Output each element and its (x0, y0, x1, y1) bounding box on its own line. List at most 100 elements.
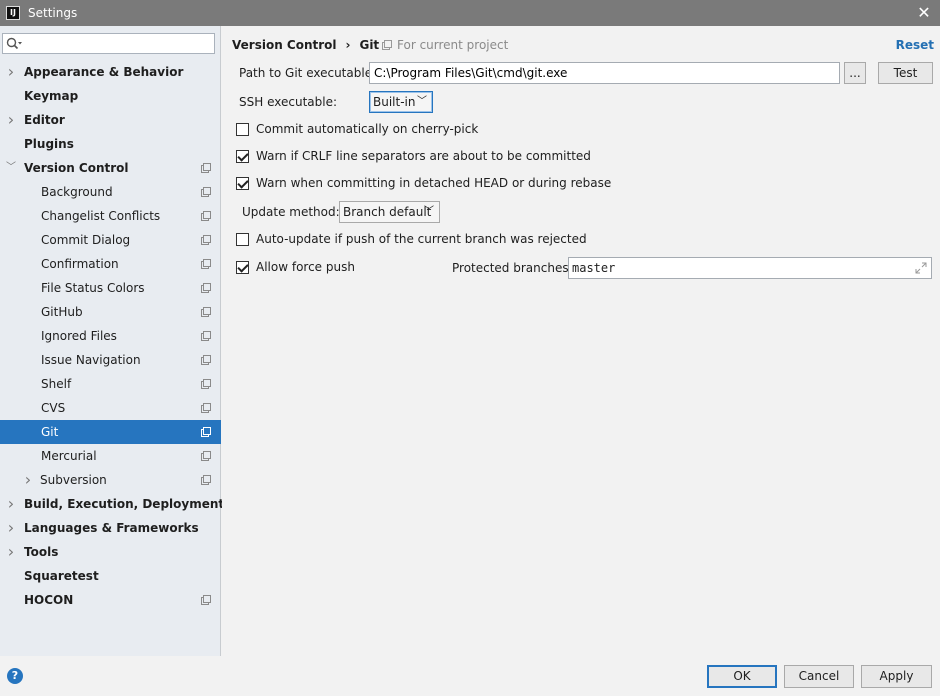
ssh-executable-value: Built-in (373, 95, 416, 109)
sidebar-item-changelist-conflicts[interactable]: Changelist Conflicts (0, 204, 221, 228)
project-scope-icon (201, 427, 211, 437)
sidebar-item-git[interactable]: Git (0, 420, 221, 444)
sidebar-item-tools[interactable]: › Tools (0, 540, 221, 564)
sidebar-item-confirmation[interactable]: Confirmation (0, 252, 221, 276)
chevron-right-icon[interactable]: › (22, 468, 34, 492)
checkbox-box[interactable] (236, 122, 249, 136)
update-method-label: Update method: (242, 205, 340, 219)
breadcrumb-separator: › (345, 38, 351, 52)
project-scope-icon (201, 475, 211, 485)
sidebar-item-languages-frameworks[interactable]: › Languages & Frameworks (0, 516, 221, 540)
sidebar-item-label: Background (41, 185, 113, 199)
title-bar: IJ Settings ✕ (0, 0, 940, 26)
ok-button[interactable]: OK (707, 665, 777, 688)
project-scope-icon (201, 235, 211, 245)
sidebar-item-label: Squaretest (24, 569, 99, 583)
sidebar-item-label: Version Control (24, 161, 129, 175)
project-scope-icon (201, 379, 211, 389)
project-scope-icon (201, 403, 211, 413)
sidebar-item-cvs[interactable]: CVS (0, 396, 221, 420)
sidebar-item-build-execution-deployment[interactable]: › Build, Execution, Deployment (0, 492, 224, 516)
update-method-value: Branch default (343, 205, 432, 219)
sidebar-item-background[interactable]: Background (0, 180, 221, 204)
reset-link[interactable]: Reset (896, 36, 934, 54)
project-scope-icon (201, 307, 211, 317)
project-scope-icon (201, 187, 211, 197)
protected-branches-input[interactable]: master (568, 257, 932, 279)
expand-icon[interactable] (914, 261, 928, 275)
sidebar-item-ignored-files[interactable]: Ignored Files (0, 324, 221, 348)
sidebar-item-subversion[interactable]: › Subversion (0, 468, 221, 492)
sidebar-item-keymap[interactable]: Keymap (0, 84, 221, 108)
sidebar-item-plugins[interactable]: Plugins (0, 132, 221, 156)
browse-button[interactable]: ... (844, 62, 866, 84)
ssh-executable-label: SSH executable: (239, 95, 337, 109)
warn-crlf-checkbox[interactable]: Warn if CRLF line separators are about t… (236, 147, 591, 165)
auto-update-push-rejected-checkbox[interactable]: Auto-update if push of the current branc… (236, 230, 587, 248)
chevron-right-icon[interactable]: › (5, 540, 17, 564)
sidebar-item-label: Issue Navigation (41, 353, 141, 367)
chevron-right-icon[interactable]: › (5, 108, 17, 132)
cancel-button[interactable]: Cancel (784, 665, 854, 688)
sidebar-item-label: CVS (41, 401, 66, 415)
sidebar-item-label: Git (41, 425, 59, 439)
project-scope-icon (201, 283, 211, 293)
search-input[interactable] (25, 35, 211, 52)
project-scope-icon (201, 451, 211, 461)
sidebar-item-hocon[interactable]: HOCON (0, 588, 221, 612)
settings-sidebar: › Appearance & Behavior Keymap › Editor Plugi… (0, 26, 224, 656)
test-button[interactable]: Test (878, 62, 933, 84)
dialog-footer: ? OK Cancel Apply (0, 656, 940, 696)
close-icon[interactable]: ✕ (914, 3, 934, 23)
sidebar-item-label: Mercurial (41, 449, 97, 463)
sidebar-item-label: Languages & Frameworks (24, 521, 199, 535)
allow-force-push-checkbox[interactable]: Allow force push (236, 258, 355, 276)
sidebar-item-label: Confirmation (41, 257, 119, 271)
checkbox-box[interactable] (236, 176, 249, 190)
sidebar-item-label: Appearance & Behavior (24, 65, 184, 79)
checkbox-label: Auto-update if push of the current branc… (256, 232, 587, 246)
checkbox-box[interactable] (236, 232, 249, 246)
sidebar-item-commit-dialog[interactable]: Commit Dialog (0, 228, 221, 252)
sidebar-item-issue-navigation[interactable]: Issue Navigation (0, 348, 221, 372)
checkbox-box[interactable] (236, 260, 249, 274)
commit-on-cherry-pick-checkbox[interactable]: Commit automatically on cherry-pick (236, 120, 478, 138)
protected-branches-label: Protected branches: (452, 261, 573, 275)
sidebar-item-label: GitHub (41, 305, 83, 319)
project-scope-icon (201, 595, 211, 605)
sidebar-item-label: Keymap (24, 89, 79, 103)
breadcrumb: Version Control › Git (232, 36, 379, 54)
sidebar-item-shelf[interactable]: Shelf (0, 372, 221, 396)
sidebar-item-label: Plugins (24, 137, 74, 151)
checkbox-box[interactable] (236, 149, 249, 163)
for-current-project-note: For current project (382, 36, 508, 54)
sidebar-item-label: File Status Colors (41, 281, 145, 295)
chevron-down-icon[interactable]: ﹀ (5, 156, 17, 180)
apply-button[interactable]: Apply (861, 665, 932, 688)
checkbox-label: Commit automatically on cherry-pick (256, 122, 479, 136)
sidebar-item-label: Tools (24, 545, 59, 559)
sidebar-item-file-status-colors[interactable]: File Status Colors (0, 276, 221, 300)
search-box[interactable] (2, 33, 215, 54)
warn-detached-head-checkbox[interactable]: Warn when committing in detached HEAD or… (236, 174, 611, 192)
chevron-right-icon[interactable]: › (5, 492, 17, 516)
git-settings-panel: Version Control › Git For current projec… (222, 26, 940, 656)
help-icon[interactable]: ? (7, 668, 23, 684)
window-title: Settings (28, 6, 78, 20)
sidebar-item-appearance-behavior[interactable]: › Appearance & Behavior (0, 60, 221, 84)
sidebar-item-label: Ignored Files (41, 329, 117, 343)
sidebar-item-version-control[interactable]: ﹀ Version Control (0, 156, 221, 180)
chevron-right-icon[interactable]: › (5, 516, 17, 540)
update-method-select[interactable]: Branch default ﹀ (339, 201, 440, 223)
breadcrumb-git: Git (359, 38, 380, 52)
git-path-input[interactable] (369, 62, 840, 84)
sidebar-item-squaretest[interactable]: Squaretest (0, 564, 221, 588)
project-scope-icon (201, 163, 211, 173)
chevron-right-icon[interactable]: › (5, 60, 17, 84)
sidebar-item-mercurial[interactable]: Mercurial (0, 444, 221, 468)
sidebar-item-github[interactable]: GitHub (0, 300, 221, 324)
project-scope-icon (201, 331, 211, 341)
breadcrumb-version-control[interactable]: Version Control (232, 38, 337, 52)
ssh-executable-select[interactable]: Built-in ﹀ (369, 91, 433, 113)
sidebar-item-editor[interactable]: › Editor (0, 108, 221, 132)
